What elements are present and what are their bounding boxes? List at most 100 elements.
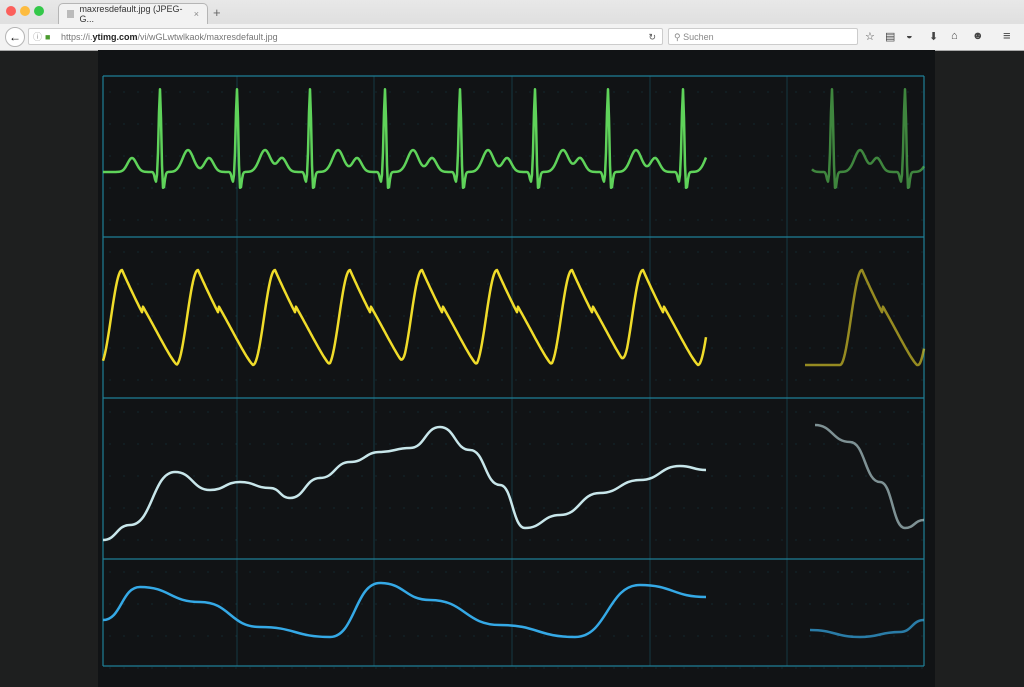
grid-dot bbox=[347, 603, 349, 605]
grid-dot bbox=[557, 315, 559, 317]
grid-dot bbox=[599, 443, 601, 445]
grid-dot bbox=[655, 347, 657, 349]
grid-dot bbox=[431, 155, 433, 157]
grid-dot bbox=[921, 315, 923, 317]
grid-dot bbox=[151, 315, 153, 317]
grid-dot bbox=[221, 539, 223, 541]
grid-dot bbox=[739, 443, 741, 445]
grid-dot bbox=[599, 539, 601, 541]
grid-dot bbox=[333, 251, 335, 253]
grid-dot bbox=[613, 283, 615, 285]
grid-dot bbox=[151, 347, 153, 349]
grid-dot bbox=[683, 283, 685, 285]
grid-dot bbox=[487, 347, 489, 349]
grid-dot bbox=[207, 187, 209, 189]
grid-dot bbox=[893, 283, 895, 285]
grid-dot bbox=[683, 539, 685, 541]
grid-dot bbox=[221, 187, 223, 189]
grid-dot bbox=[711, 155, 713, 157]
grid-dot bbox=[249, 123, 251, 125]
grid-dot bbox=[375, 475, 377, 477]
grid-dot bbox=[333, 219, 335, 221]
grid-dot bbox=[557, 475, 559, 477]
grid-dot bbox=[683, 443, 685, 445]
grid-dot bbox=[235, 443, 237, 445]
grid-dot bbox=[879, 507, 881, 509]
grid-dot bbox=[739, 219, 741, 221]
grid-dot bbox=[235, 283, 237, 285]
grid-dot bbox=[893, 123, 895, 125]
grid-dot bbox=[137, 667, 139, 669]
grid-dot bbox=[627, 635, 629, 637]
grid-dot bbox=[487, 603, 489, 605]
grid-dot bbox=[641, 219, 643, 221]
grid-dot bbox=[473, 475, 475, 477]
grid-dot bbox=[837, 187, 839, 189]
grid-dot bbox=[179, 315, 181, 317]
grid-dot bbox=[109, 635, 111, 637]
grid-dot bbox=[711, 283, 713, 285]
grid-dot bbox=[333, 187, 335, 189]
grid-dot bbox=[333, 91, 335, 93]
grid-dot bbox=[711, 539, 713, 541]
grid-dot bbox=[207, 219, 209, 221]
grid-dot bbox=[865, 91, 867, 93]
grid-dot bbox=[725, 379, 727, 381]
grid-dot bbox=[193, 251, 195, 253]
grid-dot bbox=[781, 667, 783, 669]
ecg-trace bbox=[102, 87, 708, 190]
grid-dot bbox=[291, 507, 293, 509]
grid-dot bbox=[403, 411, 405, 413]
grid-dot bbox=[921, 219, 923, 221]
grid-dot bbox=[809, 251, 811, 253]
grid-dot bbox=[375, 571, 377, 573]
grid-dot bbox=[795, 91, 797, 93]
grid-dot bbox=[207, 635, 209, 637]
grid-dot bbox=[921, 411, 923, 413]
grid-dot bbox=[445, 379, 447, 381]
grid-dot bbox=[641, 315, 643, 317]
grid-dot bbox=[515, 443, 517, 445]
grid-dot bbox=[543, 571, 545, 573]
grid-dot bbox=[291, 539, 293, 541]
grid-dot bbox=[837, 411, 839, 413]
grid-dot bbox=[389, 507, 391, 509]
grid-dot bbox=[291, 667, 293, 669]
grid-dot bbox=[403, 155, 405, 157]
grid-dot bbox=[403, 91, 405, 93]
grid-dot bbox=[375, 411, 377, 413]
grid-dot bbox=[837, 91, 839, 93]
grid-dot bbox=[501, 571, 503, 573]
grid-dot bbox=[333, 507, 335, 509]
grid-dot bbox=[683, 635, 685, 637]
grid-dot bbox=[151, 219, 153, 221]
grid-dot bbox=[837, 539, 839, 541]
grid-dot bbox=[501, 251, 503, 253]
grid-dot bbox=[459, 187, 461, 189]
grid-dot bbox=[627, 411, 629, 413]
grid-dot bbox=[515, 603, 517, 605]
grid-dot bbox=[865, 123, 867, 125]
grid-dot bbox=[249, 283, 251, 285]
grid-dot bbox=[501, 379, 503, 381]
grid-dot bbox=[459, 475, 461, 477]
grid-dot bbox=[445, 443, 447, 445]
grid-dot bbox=[809, 379, 811, 381]
grid-dot bbox=[431, 187, 433, 189]
grid-dot bbox=[893, 315, 895, 317]
grid-dot bbox=[879, 475, 881, 477]
grid-dot bbox=[305, 667, 307, 669]
grid-dot bbox=[263, 603, 265, 605]
grid-dot bbox=[291, 379, 293, 381]
grid-dot bbox=[151, 635, 153, 637]
grid-dot bbox=[319, 667, 321, 669]
grid-dot bbox=[571, 475, 573, 477]
grid-dot bbox=[655, 571, 657, 573]
grid-dot bbox=[277, 667, 279, 669]
grid-dot bbox=[263, 251, 265, 253]
grid-dot bbox=[459, 155, 461, 157]
grid-dot bbox=[137, 539, 139, 541]
grid-dot bbox=[431, 635, 433, 637]
grid-dot bbox=[823, 187, 825, 189]
grid-dot bbox=[529, 123, 531, 125]
